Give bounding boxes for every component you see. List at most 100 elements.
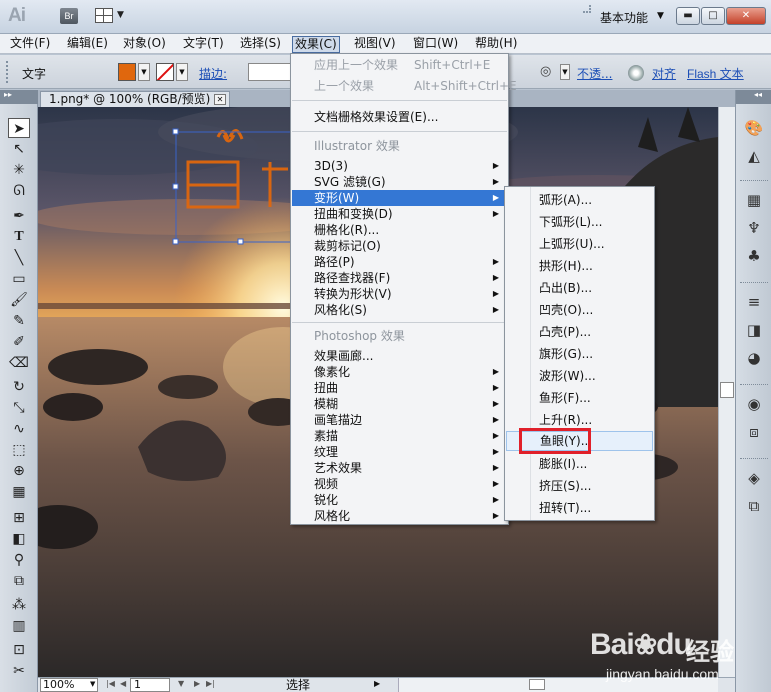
menu-select[interactable]: 选择(S) [238,36,283,53]
scrollbar-thumb[interactable] [720,382,734,398]
page-field[interactable]: 1 [130,678,170,692]
menu-item-3d[interactable]: 3D(3) ▶ [292,158,507,174]
stroke-weight-field[interactable] [248,63,292,81]
mesh-tool-icon[interactable]: ⊞ [8,508,30,528]
bridge-button[interactable]: Br [60,8,78,24]
align-link[interactable]: 对齐 [652,65,676,82]
menu-item-effect-gallery[interactable]: 效果画廊... [292,348,507,364]
menu-item-stylize-ps[interactable]: 风格化 ▶ [292,508,507,524]
type-tool-icon[interactable]: T [8,227,30,247]
menu-item-svg-filters[interactable]: SVG 滤镜(G) ▶ [292,174,507,190]
menu-item-crop-marks[interactable]: 裁剪标记(O) [292,238,507,254]
previous-page-icon[interactable]: ◀ [120,679,126,688]
menu-item-distort[interactable]: 扭曲 ▶ [292,380,507,396]
pencil-tool-icon[interactable]: ✎ [8,311,30,331]
transparency-panel-icon[interactable]: ◕ [744,348,764,368]
minimize-button[interactable]: ▬ [676,7,700,25]
submenu-item-bulge[interactable]: 凸出(B)... [506,278,653,298]
menu-item-warp[interactable]: 变形(W) ▶ [292,190,507,206]
last-page-icon[interactable]: ▶| [206,679,215,688]
menu-item-brush-strokes[interactable]: 画笔描边 ▶ [292,412,507,428]
menu-file[interactable]: 文件(F) [8,36,52,53]
submenu-item-twist[interactable]: 扭转(T)... [506,498,653,518]
rotate-tool-icon[interactable]: ↻ [8,377,30,397]
menu-item-sketch[interactable]: 素描 ▶ [292,428,507,444]
submenu-item-inflate[interactable]: 膨胀(I)... [506,454,653,474]
submenu-item-wave[interactable]: 波形(W)... [506,366,653,386]
menu-help[interactable]: 帮助(H) [473,36,519,53]
menu-item-texture[interactable]: 纹理 ▶ [292,444,507,460]
vertical-scrollbar[interactable] [718,107,735,677]
submenu-item-arch[interactable]: 拱形(H)... [506,256,653,276]
layers-panel-icon[interactable]: ◈ [744,468,764,488]
menu-item-video[interactable]: 视频 ▶ [292,476,507,492]
chevron-down-icon[interactable]: ▼ [90,678,95,691]
free-transform-tool-icon[interactable]: ⬚ [8,440,30,460]
menu-item-pathfinder[interactable]: 路径查找器(F) ▶ [292,270,507,286]
submenu-item-flag[interactable]: 旗形(G)... [506,344,653,364]
menu-item-artistic[interactable]: 艺术效果 ▶ [292,460,507,476]
panel-collapse-bar[interactable] [0,90,38,104]
submenu-item-rise[interactable]: 上升(R)... [506,410,653,430]
selection-tool-icon[interactable]: ➤ [8,118,30,138]
blob-brush-tool-icon[interactable]: ✐ [8,332,30,352]
scrollbar-thumb[interactable] [529,679,545,690]
gradient-tool-icon[interactable]: ◧ [8,529,30,549]
status-text[interactable]: 选择 [286,678,310,692]
brushes-panel-icon[interactable]: ♆ [744,218,764,238]
stroke-panel-icon[interactable]: ≡ [744,292,764,312]
submenu-item-shell-upper[interactable]: 凸壳(P)... [506,322,653,342]
menu-item-path[interactable]: 路径(P) ▶ [292,254,507,270]
menu-item-rasterize[interactable]: 栅格化(R)... [292,222,507,238]
shape-builder-tool-icon[interactable]: ⊕ [8,461,30,481]
submenu-item-squeeze[interactable]: 挤压(S)... [506,476,653,496]
menu-effect[interactable]: 效果(C) [292,36,340,53]
graphic-styles-panel-icon[interactable]: ⧈ [744,422,764,442]
menu-type[interactable]: 文字(T) [181,36,226,53]
chevron-down-icon[interactable]: ▼ [657,11,664,21]
symbol-sprayer-tool-icon[interactable]: ⁂ [8,595,30,615]
first-page-icon[interactable]: |◀ [106,679,115,688]
panel-expand-bar[interactable] [736,90,771,104]
symbols-panel-icon[interactable]: ♣ [744,246,764,266]
opacity-link[interactable]: 不透... [577,65,612,82]
column-graph-tool-icon[interactable]: ▥ [8,616,30,636]
color-panel-icon[interactable]: 🎨 [744,118,764,138]
submenu-item-fish[interactable]: 鱼形(F)... [506,388,653,408]
submenu-item-arc[interactable]: 弧形(A)... [506,190,653,210]
stroke-weight-link[interactable]: 描边: [199,65,227,82]
swatches-panel-icon[interactable]: ▦ [744,190,764,210]
chevron-down-icon[interactable]: ▼ [560,64,570,80]
pen-tool-icon[interactable]: ✒ [8,206,30,226]
chevron-down-icon[interactable]: ▼ [176,63,188,81]
menu-item-pixelate[interactable]: 像素化 ▶ [292,364,507,380]
magic-wand-tool-icon[interactable]: ✳ [8,160,30,180]
eraser-tool-icon[interactable]: ⌫ [8,353,30,373]
submenu-item-arc-lower[interactable]: 下弧形(L)... [506,212,653,232]
graphic-style-icon[interactable] [628,65,644,81]
arrange-documents-button[interactable]: ▼ [95,8,125,24]
menu-view[interactable]: 视图(V) [352,36,398,53]
menu-item-convert-to-shape[interactable]: 转换为形状(V) ▶ [292,286,507,302]
status-menu-arrow-icon[interactable]: ▶ [374,679,380,688]
chevron-down-icon[interactable]: ▼ [138,63,150,81]
direct-selection-tool-icon[interactable]: ↖ [8,139,30,159]
rectangle-tool-icon[interactable]: ▭ [8,269,30,289]
next-page-icon[interactable]: ▶ [194,679,200,688]
menu-item-blur[interactable]: 模糊 ▶ [292,396,507,412]
menu-item-document-raster-settings[interactable]: 文档栅格效果设置(E)... [292,109,507,125]
fill-color-swatch[interactable] [118,63,136,81]
submenu-item-shell-lower[interactable]: 凹壳(O)... [506,300,653,320]
warp-tool-icon[interactable]: ∿ [8,419,30,439]
brush-definition-icon[interactable]: ◎ [540,64,558,80]
close-tab-button[interactable]: ✕ [214,94,226,105]
eyedropper-tool-icon[interactable]: ⚲ [8,550,30,570]
stroke-none-swatch[interactable] [156,63,174,81]
menu-edit[interactable]: 编辑(E) [65,36,110,53]
menu-window[interactable]: 窗口(W) [411,36,460,53]
submenu-item-arc-upper[interactable]: 上弧形(U)... [506,234,653,254]
gradient-panel-icon[interactable]: ◨ [744,320,764,340]
maximize-button[interactable]: □ [701,7,725,25]
slice-tool-icon[interactable]: ✂ [8,661,30,681]
workspace-switcher[interactable]: 基本功能 [600,9,648,26]
